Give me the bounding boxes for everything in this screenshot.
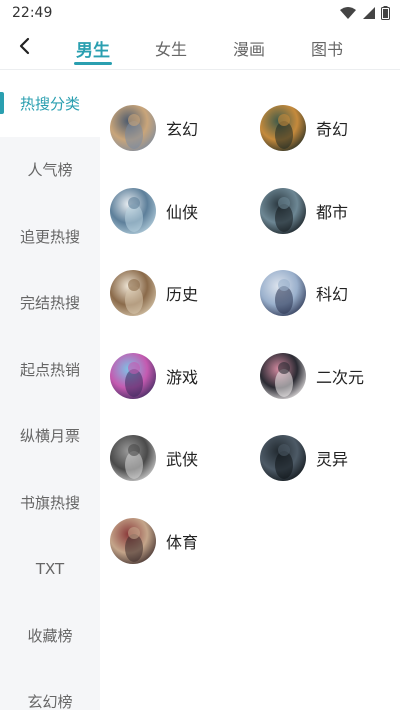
tab-books[interactable]: 图书	[288, 26, 366, 70]
status-icons	[339, 6, 390, 20]
category-label: 玄幻	[166, 120, 199, 139]
category-item-dushi[interactable]: 都市	[260, 186, 390, 236]
battery-icon	[381, 6, 390, 20]
category-thumbnail	[260, 187, 306, 234]
sidebar-item-txt[interactable]: TXT	[0, 536, 100, 603]
sidebar-item-zongheng-votes[interactable]: 纵横月票	[0, 403, 100, 470]
category-item-lishi[interactable]: 历史	[110, 268, 240, 318]
category-thumbnail	[110, 435, 156, 481]
category-item-erciyuan[interactable]: 二次元	[260, 351, 390, 401]
category-thumbnail	[110, 270, 156, 316]
category-thumbnail	[260, 105, 306, 151]
signal-icon	[362, 6, 376, 20]
back-button[interactable]	[12, 36, 36, 60]
sidebar-item-popularity[interactable]: 人气榜	[0, 137, 100, 204]
category-item-lingyi[interactable]: 灵异	[260, 433, 390, 483]
category-item-wuxia[interactable]: 武侠	[110, 433, 240, 483]
category-label: 武侠	[166, 450, 199, 469]
sidebar-item-completed-hot[interactable]: 完结热搜	[0, 270, 100, 337]
sidebar-item-xuanhuan-rank[interactable]: 玄幻榜	[0, 669, 100, 710]
category-thumbnail	[110, 187, 156, 234]
category-label: 奇幻	[316, 120, 349, 139]
category-thumbnail	[260, 270, 306, 316]
tab-male[interactable]: 男生	[54, 26, 132, 70]
status-time: 22:49	[12, 5, 53, 21]
category-grid: 玄幻 奇幻仙侠 都市历史 科幻游戏 二次元武侠 灵异体育	[100, 70, 400, 710]
wifi-icon	[339, 6, 357, 20]
category-label: 都市	[316, 202, 349, 222]
tab-comics[interactable]: 漫画	[210, 26, 288, 70]
category-thumbnail	[110, 105, 156, 151]
category-label: 科幻	[316, 285, 349, 304]
status-bar: 22:49	[0, 0, 400, 26]
sidebar-item-qidian-sales[interactable]: 起点热销	[0, 336, 100, 403]
category-item-youxi[interactable]: 游戏	[110, 351, 240, 401]
back-arrow-icon	[17, 37, 31, 59]
sidebar: 热搜分类 人气榜 追更热搜 完结热搜 起点热销 纵横月票 书旗热搜 TXT 收藏…	[0, 70, 100, 710]
category-item-xianxia[interactable]: 仙侠	[110, 186, 240, 236]
top-nav: 男生 女生 漫画 图书	[0, 26, 400, 70]
sidebar-item-hot-categories[interactable]: 热搜分类	[0, 70, 100, 137]
category-item-kehuan[interactable]: 科幻	[260, 268, 390, 318]
category-label: 体育	[166, 532, 199, 552]
category-label: 仙侠	[166, 202, 199, 222]
category-label: 灵异	[316, 450, 349, 469]
tab-female[interactable]: 女生	[132, 26, 210, 70]
category-label: 游戏	[166, 367, 199, 387]
category-item-tiyu[interactable]: 体育	[110, 516, 240, 566]
category-thumbnail	[260, 352, 306, 399]
sidebar-item-shuqi-hot[interactable]: 书旗热搜	[0, 469, 100, 536]
tab-bar: 男生 女生 漫画 图书	[54, 26, 366, 70]
category-label: 二次元	[316, 367, 365, 387]
category-thumbnail	[110, 352, 156, 399]
category-thumbnail	[260, 435, 306, 481]
sidebar-item-updating-hot[interactable]: 追更热搜	[0, 203, 100, 270]
category-label: 历史	[166, 285, 199, 304]
sidebar-item-favorites[interactable]: 收藏榜	[0, 602, 100, 669]
category-item-qihuan[interactable]: 奇幻	[260, 103, 390, 153]
category-item-xuanhuan[interactable]: 玄幻	[110, 103, 240, 153]
category-thumbnail	[110, 517, 156, 564]
